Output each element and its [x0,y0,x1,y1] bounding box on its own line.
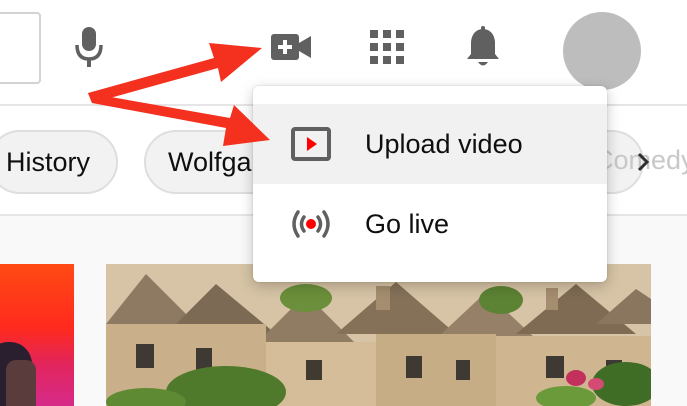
upload-video-icon [283,116,339,172]
menu-item-label: Go live [365,208,450,239]
search-input-edge[interactable] [0,12,41,84]
create-video-icon [271,34,311,60]
village-thumbnail-image [106,264,651,406]
create-menu: Upload video Go live [253,86,607,282]
menu-item-upload-video[interactable]: Upload video [253,104,607,184]
microphone-icon [75,27,103,67]
chevron-right-icon [637,152,650,172]
bell-icon [467,26,499,66]
apps-grid-icon [370,30,404,64]
menu-item-label: Upload video [365,128,523,159]
chips-next-button[interactable] [628,144,658,180]
video-thumbnail[interactable] [0,264,74,406]
voice-search-button[interactable] [66,22,112,72]
chip-label: History [6,147,91,177]
go-live-icon [283,196,339,252]
notifications-button[interactable] [458,20,508,74]
chip-history[interactable]: History [0,130,118,194]
apps-button[interactable] [362,22,412,72]
menu-item-go-live[interactable]: Go live [253,184,607,264]
video-thumbnail[interactable] [106,264,651,406]
create-button[interactable] [266,22,316,72]
avatar[interactable] [563,12,641,90]
